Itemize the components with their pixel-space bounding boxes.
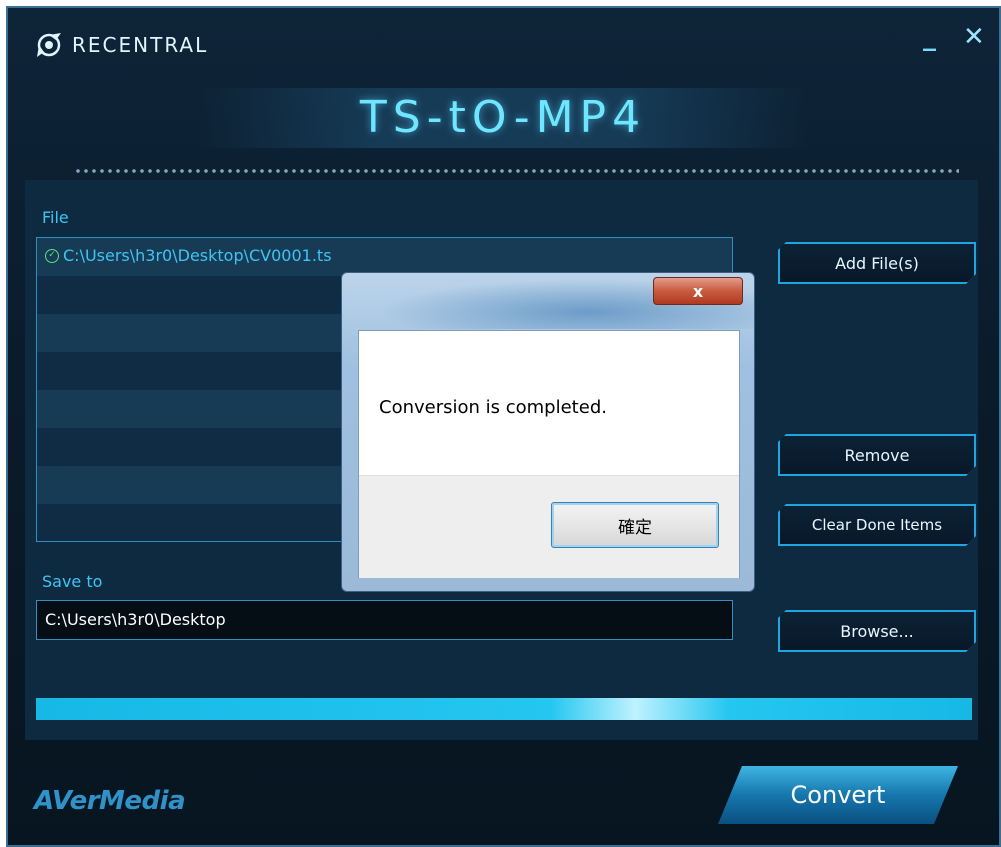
- ok-button[interactable]: 確定: [551, 502, 719, 548]
- convert-button[interactable]: Convert: [718, 766, 958, 824]
- dialog-body: Conversion is completed. 確定: [358, 330, 740, 578]
- avermedia-logo: AVerMedia: [34, 786, 186, 816]
- progress-bar: [36, 698, 972, 720]
- app-title: TS-tO-MP4: [359, 92, 647, 143]
- app-logo-text: RECENTRAL: [72, 33, 209, 57]
- progress-fill: [36, 698, 972, 720]
- dialog-message: Conversion is completed.: [379, 397, 607, 418]
- clear-done-items-button[interactable]: Clear Done Items: [778, 504, 976, 546]
- completion-dialog: x Conversion is completed. 確定: [341, 272, 755, 592]
- file-label: File: [42, 208, 69, 227]
- save-to-label: Save to: [42, 572, 103, 591]
- minimize-button[interactable]: _: [923, 22, 936, 52]
- close-button[interactable]: ✕: [963, 22, 985, 52]
- dotted-divider: [74, 168, 959, 174]
- browse-button[interactable]: Browse...: [778, 610, 976, 652]
- recentral-logo-icon: [37, 33, 61, 57]
- file-path: C:\Users\h3r0\Desktop\CV0001.ts: [63, 246, 332, 265]
- save-path-field[interactable]: C:\Users\h3r0\Desktop: [36, 600, 733, 640]
- dialog-close-button[interactable]: x: [653, 277, 743, 305]
- recentral-logo: RECENTRAL: [34, 30, 208, 60]
- remove-button[interactable]: Remove: [778, 434, 976, 476]
- dialog-footer: 確定: [359, 475, 739, 578]
- list-item[interactable]: ✓ C:\Users\h3r0\Desktop\CV0001.ts: [45, 246, 332, 265]
- title-banner: TS-tO-MP4: [198, 88, 808, 148]
- check-circle-icon: ✓: [45, 248, 59, 263]
- add-files-button[interactable]: Add File(s): [778, 242, 976, 284]
